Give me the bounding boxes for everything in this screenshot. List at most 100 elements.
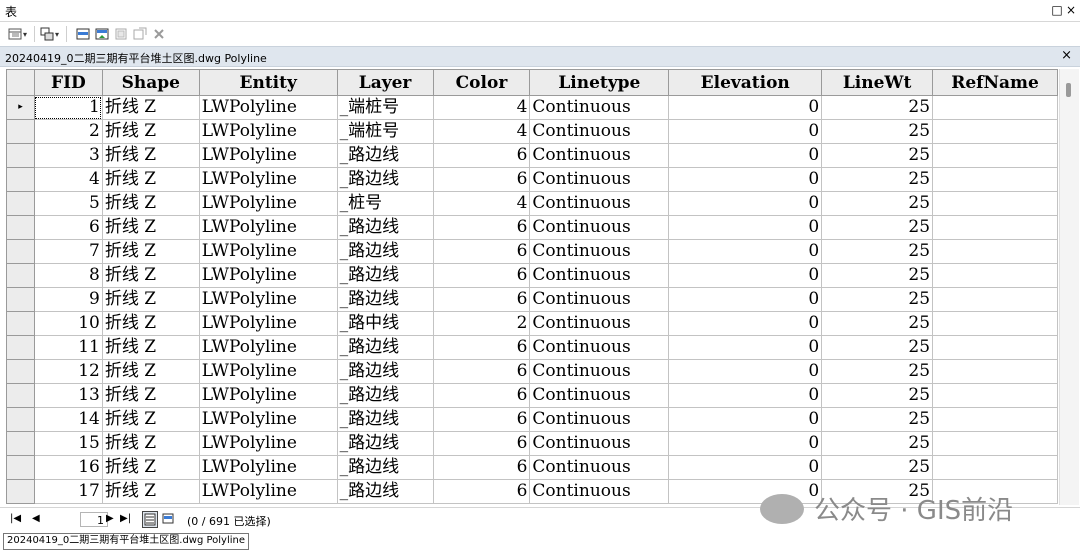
layer-cell[interactable]: _路边线 (336, 359, 434, 384)
shape-cell[interactable]: 折线 Z (101, 431, 200, 456)
elevation-cell[interactable]: 0 (668, 167, 823, 192)
layer-cell[interactable]: _端桩号 (336, 95, 434, 120)
layer-cell[interactable]: _路边线 (336, 215, 434, 240)
entity-cell[interactable]: LWPolyline (198, 407, 338, 432)
color-cell[interactable]: 2 (432, 311, 531, 336)
entity-cell[interactable]: LWPolyline (198, 287, 338, 312)
row-selector[interactable] (6, 335, 35, 360)
table-tab[interactable]: 20240419_0二期三期有平台堆土区图.dwg Polyline (5, 50, 267, 66)
elevation-cell[interactable]: 0 (668, 143, 823, 168)
layer-cell[interactable]: _路边线 (336, 383, 434, 408)
refname-cell[interactable] (932, 407, 1058, 432)
refname-cell[interactable] (932, 287, 1058, 312)
table-row[interactable]: 12 折线 Z LWPolyline _路边线 6 Continuous 0 25 (6, 359, 1058, 384)
color-cell[interactable]: 6 (432, 287, 531, 312)
linewt-cell[interactable]: 25 (821, 143, 934, 168)
row-selector[interactable] (6, 479, 35, 504)
linewt-cell[interactable]: 25 (821, 263, 934, 288)
linetype-cell[interactable]: Continuous (529, 383, 670, 408)
refname-cell[interactable] (932, 383, 1058, 408)
layer-cell[interactable]: _路边线 (336, 407, 434, 432)
linewt-cell[interactable]: 25 (821, 119, 934, 144)
column-header-shape[interactable]: Shape (101, 69, 200, 96)
entity-cell[interactable]: LWPolyline (198, 479, 338, 504)
row-selector[interactable] (6, 311, 35, 336)
refname-cell[interactable] (932, 239, 1058, 264)
column-header-linewt[interactable]: LineWt (821, 69, 934, 96)
refname-cell[interactable] (932, 119, 1058, 144)
row-selector[interactable] (6, 407, 35, 432)
last-record-icon[interactable]: ▶| (120, 513, 131, 524)
table-row[interactable]: 11 折线 Z LWPolyline _路边线 6 Continuous 0 25 (6, 335, 1058, 360)
layer-cell[interactable]: _路边线 (336, 455, 434, 480)
linewt-cell[interactable]: 25 (821, 335, 934, 360)
linewt-cell[interactable]: 25 (821, 383, 934, 408)
entity-cell[interactable]: LWPolyline (198, 95, 338, 120)
elevation-cell[interactable]: 0 (668, 455, 823, 480)
fid-cell[interactable]: 13 (33, 383, 103, 408)
linetype-cell[interactable]: Continuous (529, 263, 670, 288)
layer-cell[interactable]: _路边线 (336, 287, 434, 312)
elevation-cell[interactable]: 0 (668, 263, 823, 288)
entity-cell[interactable]: LWPolyline (198, 143, 338, 168)
row-selector[interactable] (6, 359, 35, 384)
restore-button[interactable]: □ (1050, 3, 1064, 17)
elevation-cell[interactable]: 0 (668, 95, 823, 120)
refname-cell[interactable] (932, 335, 1058, 360)
table-row[interactable]: 2 折线 Z LWPolyline _端桩号 4 Continuous 0 25 (6, 119, 1058, 144)
linetype-cell[interactable]: Continuous (529, 119, 670, 144)
layer-cell[interactable]: _路边线 (336, 143, 434, 168)
linetype-cell[interactable]: Continuous (529, 287, 670, 312)
column-header-refname[interactable]: RefName (932, 69, 1058, 96)
fid-cell[interactable]: 3 (33, 143, 103, 168)
color-cell[interactable]: 4 (432, 191, 531, 216)
refname-cell[interactable] (932, 263, 1058, 288)
row-selector[interactable] (6, 239, 35, 264)
refname-cell[interactable] (932, 431, 1058, 456)
refname-cell[interactable] (932, 143, 1058, 168)
linewt-cell[interactable]: 25 (821, 431, 934, 456)
column-header-layer[interactable]: Layer (336, 69, 434, 96)
refname-cell[interactable] (932, 359, 1058, 384)
table-row[interactable]: 10 折线 Z LWPolyline _路中线 2 Continuous 0 25 (6, 311, 1058, 336)
elevation-cell[interactable]: 0 (668, 383, 823, 408)
row-selector[interactable] (6, 191, 35, 216)
fid-cell[interactable]: 17 (33, 479, 103, 504)
vertical-scrollbar[interactable] (1059, 69, 1079, 505)
linewt-cell[interactable]: 25 (821, 239, 934, 264)
entity-cell[interactable]: LWPolyline (198, 119, 338, 144)
refname-cell[interactable] (932, 455, 1058, 480)
table-row[interactable]: 14 折线 Z LWPolyline _路边线 6 Continuous 0 25 (6, 407, 1058, 432)
show-all-records-button[interactable] (142, 511, 158, 528)
elevation-cell[interactable]: 0 (668, 215, 823, 240)
linetype-cell[interactable]: Continuous (529, 239, 670, 264)
entity-cell[interactable]: LWPolyline (198, 215, 338, 240)
fid-cell[interactable]: 12 (33, 359, 103, 384)
column-header-color[interactable]: Color (432, 69, 531, 96)
row-selector-header[interactable] (6, 69, 35, 96)
shape-cell[interactable]: 折线 Z (101, 455, 200, 480)
color-cell[interactable]: 6 (432, 143, 531, 168)
entity-cell[interactable]: LWPolyline (198, 239, 338, 264)
linewt-cell[interactable]: 25 (821, 455, 934, 480)
table-row[interactable]: 13 折线 Z LWPolyline _路边线 6 Continuous 0 25 (6, 383, 1058, 408)
elevation-cell[interactable]: 0 (668, 359, 823, 384)
fid-cell[interactable]: 6 (33, 215, 103, 240)
shape-cell[interactable]: 折线 Z (101, 287, 200, 312)
column-header-fid[interactable]: FID (33, 69, 103, 96)
linewt-cell[interactable]: 25 (821, 191, 934, 216)
color-cell[interactable]: 6 (432, 431, 531, 456)
row-selector[interactable] (6, 287, 35, 312)
layer-cell[interactable]: _路中线 (336, 311, 434, 336)
table-row[interactable]: 16 折线 Z LWPolyline _路边线 6 Continuous 0 25 (6, 455, 1058, 480)
shape-cell[interactable]: 折线 Z (101, 479, 200, 504)
elevation-cell[interactable]: 0 (668, 119, 823, 144)
fid-cell[interactable]: 2 (33, 119, 103, 144)
entity-cell[interactable]: LWPolyline (198, 359, 338, 384)
column-header-entity[interactable]: Entity (198, 69, 338, 96)
shape-cell[interactable]: 折线 Z (101, 383, 200, 408)
zoom-to-selected-button[interactable] (133, 26, 147, 42)
table-row[interactable]: 7 折线 Z LWPolyline _路边线 6 Continuous 0 25 (6, 239, 1058, 264)
linewt-cell[interactable]: 25 (821, 287, 934, 312)
color-cell[interactable]: 6 (432, 167, 531, 192)
